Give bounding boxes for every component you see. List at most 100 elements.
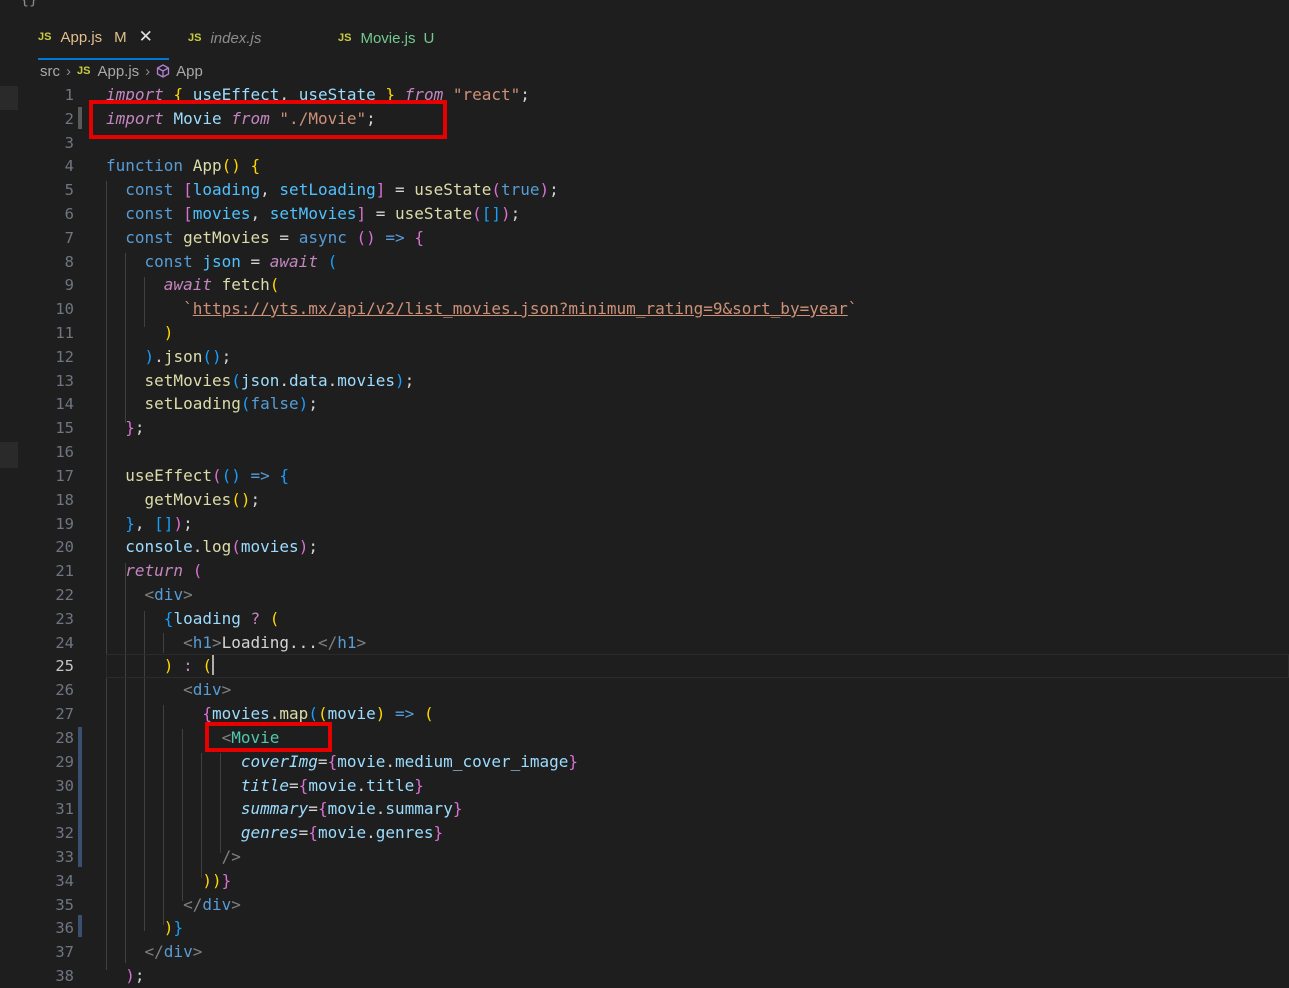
line-code[interactable]: </div> [106, 940, 203, 964]
line-code[interactable]: const getMovies = async () => { [106, 226, 424, 250]
line-code[interactable]: ))} [106, 869, 231, 893]
js-file-icon: JS [77, 65, 91, 77]
line-code[interactable]: const [movies, setMovies] = useState([])… [106, 202, 520, 226]
code-line: 35 </div> [0, 893, 1289, 917]
line-code[interactable]: return ( [106, 559, 202, 583]
line-code[interactable]: setLoading(false); [106, 392, 318, 416]
top-strip-text: {} [20, 0, 38, 8]
line-code[interactable]: function App() { [106, 154, 260, 178]
line-code[interactable]: /> [106, 845, 241, 869]
breadcrumb: src › JS App.js › App [40, 60, 203, 82]
code-line: 22 <div> [0, 583, 1289, 607]
code-line: 8 const json = await ( [0, 250, 1289, 274]
line-code[interactable]: summary={movie.summary} [106, 797, 463, 821]
code-line: 38 ); [0, 964, 1289, 988]
chevron-right-icon: › [66, 62, 71, 80]
untracked-badge: U [423, 29, 435, 47]
line-code[interactable]: title={movie.title} [106, 774, 424, 798]
line-code[interactable]: <div> [106, 678, 231, 702]
line-code[interactable]: setMovies(json.data.movies); [106, 369, 415, 393]
line-number: 4 [64, 157, 74, 175]
line-code[interactable]: }, []); [106, 512, 192, 536]
line-number: 30 [55, 777, 74, 795]
line-code[interactable]: }; [106, 416, 144, 440]
line-code[interactable]: `https://yts.mx/api/v2/list_movies.json?… [106, 297, 857, 321]
tab-movie-js[interactable]: JS Movie.js U [338, 16, 434, 60]
code-line: 34 ))} [0, 869, 1289, 893]
tab-label: index.js [210, 29, 262, 47]
breadcrumb-folder[interactable]: src [40, 63, 60, 80]
code-line: 33 /> [0, 845, 1289, 869]
line-code[interactable]: <div> [106, 583, 193, 607]
code-line: 5 const [loading, setLoading] = useState… [0, 178, 1289, 202]
line-number: 2 [64, 110, 74, 128]
code-line: 32 genres={movie.genres} [0, 821, 1289, 845]
code-line: 11 ) [0, 321, 1289, 345]
code-line: 6 const [movies, setMovies] = useState([… [0, 202, 1289, 226]
tab-bar: JS App.js M ✕ JS index.js JS Movie.js U [0, 8, 1289, 60]
line-number: 12 [55, 348, 74, 366]
line-code[interactable]: {loading ? ( [106, 607, 280, 631]
line-number: 36 [55, 919, 74, 937]
line-code[interactable]: genres={movie.genres} [106, 821, 443, 845]
line-number: 33 [55, 848, 74, 866]
annotation-box-movie-component [205, 722, 332, 752]
code-line: 7 const getMovies = async () => { [0, 226, 1289, 250]
code-editor[interactable]: 1 import { useEffect, useState } from "re… [0, 83, 1289, 985]
tab-app-js[interactable]: JS App.js M ✕ [38, 16, 169, 60]
line-number: 9 [64, 276, 74, 294]
code-line: 10 `https://yts.mx/api/v2/list_movies.js… [0, 297, 1289, 321]
code-line: 18 getMovies(); [0, 488, 1289, 512]
code-line: 17 useEffect(() => { [0, 464, 1289, 488]
breadcrumb-file[interactable]: App.js [97, 63, 139, 80]
line-number: 15 [55, 419, 74, 437]
tab-label: App.js [60, 28, 103, 46]
line-code[interactable]: await fetch( [106, 273, 280, 297]
tab-index-js[interactable]: JS index.js [188, 16, 261, 60]
code-line: 19 }, []); [0, 512, 1289, 536]
line-code[interactable]: const [loading, setLoading] = useState(t… [106, 178, 559, 202]
line-code[interactable]: ); [106, 964, 144, 988]
line-code[interactable]: getMovies(); [106, 488, 261, 512]
line-number: 8 [64, 253, 74, 271]
line-number: 13 [55, 372, 74, 390]
line-number: 25 [55, 657, 74, 675]
line-code[interactable]: ).json(); [106, 345, 232, 369]
line-code[interactable]: ) [106, 321, 174, 345]
line-code[interactable]: coverImg={movie.medium_cover_image} [106, 750, 578, 774]
js-file-icon: JS [338, 32, 352, 44]
code-line: 37 </div> [0, 940, 1289, 964]
text-cursor [212, 655, 214, 675]
line-code[interactable]: useEffect(() => { [106, 464, 289, 488]
code-line: 36 )} [0, 916, 1289, 940]
line-number: 10 [55, 300, 74, 318]
code-line: 16 [0, 440, 1289, 464]
line-number: 38 [55, 967, 74, 985]
line-number: 31 [55, 800, 74, 818]
line-number: 32 [55, 824, 74, 842]
line-code[interactable]: <h1>Loading...</h1> [106, 631, 366, 655]
current-line-highlight [106, 654, 1289, 678]
breadcrumb-symbol[interactable]: App [176, 63, 203, 80]
line-code[interactable]: console.log(movies); [106, 535, 318, 559]
line-code[interactable]: </div> [106, 893, 241, 917]
line-number: 29 [55, 753, 74, 771]
line-number: 19 [55, 515, 74, 533]
line-number: 37 [55, 943, 74, 961]
line-number: 5 [64, 181, 74, 199]
line-number: 21 [55, 562, 74, 580]
fetch-url-link[interactable]: https://yts.mx/api/v2/list_movies.json?m… [193, 299, 848, 318]
code-line: 28 <Movie [0, 726, 1289, 750]
code-line: 9 await fetch( [0, 273, 1289, 297]
code-line: 13 setMovies(json.data.movies); [0, 369, 1289, 393]
line-number: 18 [55, 491, 74, 509]
code-line: 25 ) : ( [0, 654, 1289, 678]
line-code[interactable]: )} [106, 916, 183, 940]
line-code[interactable]: const json = await ( [106, 250, 338, 274]
line-number: 11 [55, 324, 74, 342]
close-icon[interactable]: ✕ [139, 27, 153, 47]
code-line: 21 return ( [0, 559, 1289, 583]
line-code[interactable]: ) : ( [106, 654, 214, 678]
code-line: 15 }; [0, 416, 1289, 440]
code-line: 29 coverImg={movie.medium_cover_image} [0, 750, 1289, 774]
